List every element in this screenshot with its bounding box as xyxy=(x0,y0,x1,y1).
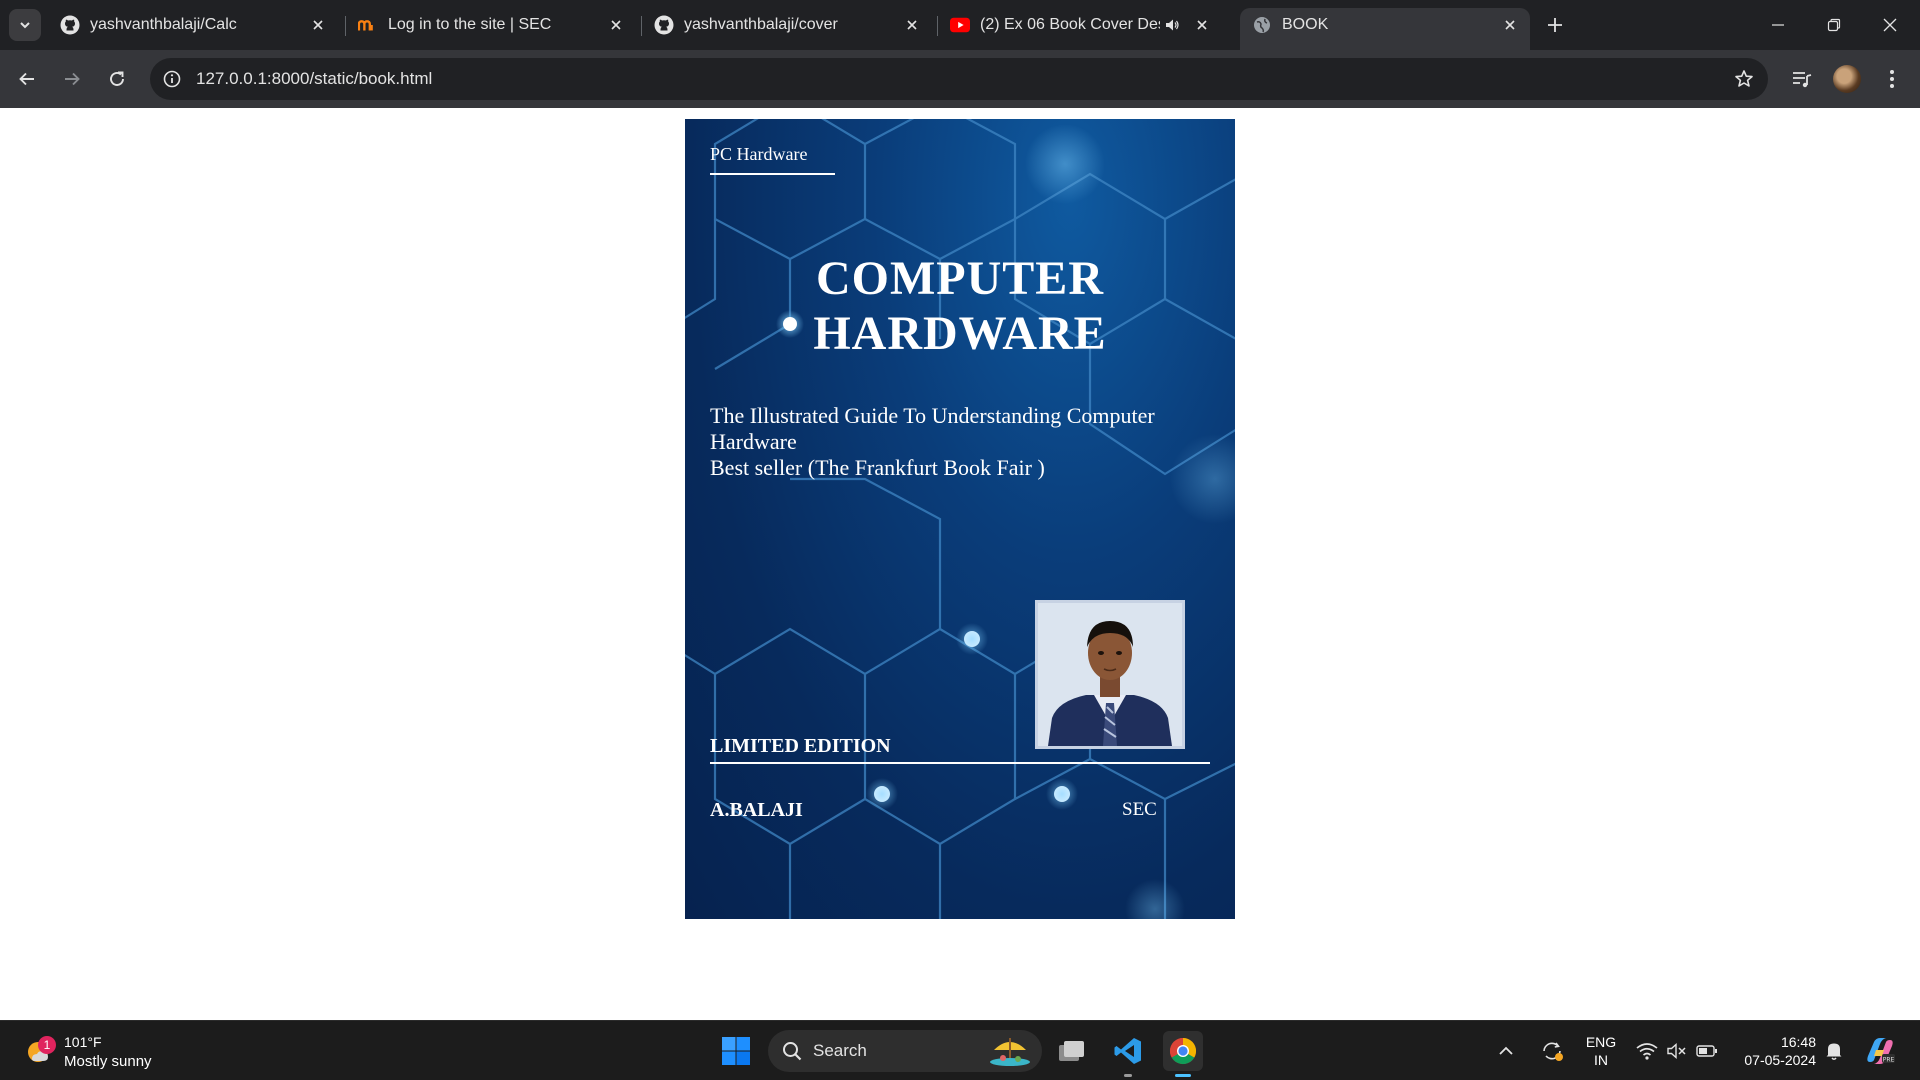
tab-title: Log in to the site | SEC xyxy=(388,16,552,33)
chevron-down-icon xyxy=(20,22,30,29)
start-button[interactable] xyxy=(716,1031,756,1071)
chevron-up-icon xyxy=(1499,1046,1513,1055)
github-icon xyxy=(654,15,674,35)
browser-toolbar: 127.0.0.1:8000/static/book.html xyxy=(0,50,1920,108)
minimize-icon xyxy=(1772,24,1784,26)
tab-sec-login[interactable]: Log in to the site | SEC xyxy=(346,8,636,42)
search-highlight-icon xyxy=(990,1038,1030,1066)
plus-icon xyxy=(1548,18,1562,32)
tab-search-button[interactable] xyxy=(9,9,41,41)
publisher-name: SEC xyxy=(1122,799,1157,820)
sync-tray-button[interactable] xyxy=(1534,1031,1570,1071)
arrow-right-icon xyxy=(65,72,80,86)
close-icon[interactable] xyxy=(1498,13,1522,37)
avatar xyxy=(1833,65,1861,93)
close-window-button[interactable] xyxy=(1862,0,1918,50)
search-label: Search xyxy=(813,1041,867,1060)
bell-icon xyxy=(1826,1043,1842,1060)
running-indicator xyxy=(1124,1074,1132,1077)
youtube-icon xyxy=(950,15,970,35)
windows-taskbar: 1 101°F Mostly sunny Search ENG IN 16:48… xyxy=(0,1020,1920,1080)
vscode-icon xyxy=(1114,1038,1141,1064)
taskbar-search[interactable]: Search xyxy=(768,1030,1042,1072)
book-title-line-2: HARDWARE xyxy=(813,307,1107,360)
search-icon xyxy=(783,1042,802,1061)
author-name: A.BALAJI xyxy=(710,799,803,821)
book-subtitle-line-2: Best seller (The Frankfurt Book Fair ) xyxy=(710,455,1045,480)
copilot-icon: PRE xyxy=(1867,1038,1895,1064)
language-indicator[interactable]: ENG IN xyxy=(1580,1033,1622,1069)
chrome-button[interactable] xyxy=(1163,1031,1203,1077)
weather-condition: Mostly sunny xyxy=(64,1053,152,1070)
playlist-icon xyxy=(1793,72,1812,88)
tab-github-cover[interactable]: yashvanthbalaji/cover xyxy=(642,8,932,42)
book-title: COMPUTER HARDWARE xyxy=(685,251,1235,361)
globe-icon xyxy=(1252,15,1272,35)
copilot-button[interactable]: PRE xyxy=(1860,1031,1900,1071)
chrome-icon xyxy=(1169,1037,1197,1065)
moodle-icon xyxy=(358,15,378,35)
language-code: ENG xyxy=(1585,1034,1617,1050)
tab-youtube[interactable]: (2) Ex 06 Book Cover Desig xyxy=(938,8,1228,42)
weather-widget[interactable]: 1 101°F Mostly sunny xyxy=(24,1031,174,1071)
tab-strip: yashvanthbalaji/Calc Log in to the site … xyxy=(0,0,1920,50)
url-text[interactable]: 127.0.0.1:8000/static/book.html xyxy=(196,69,432,89)
tab-title: (2) Ex 06 Book Cover Desig xyxy=(980,16,1160,33)
wifi-icon xyxy=(1636,1043,1658,1060)
address-bar[interactable]: 127.0.0.1:8000/static/book.html xyxy=(150,58,1768,100)
system-clock[interactable]: 16:48 07-05-2024 xyxy=(1744,1033,1816,1069)
book-title-line-1: COMPUTER xyxy=(816,252,1104,305)
info-icon[interactable] xyxy=(160,67,184,91)
reload-icon xyxy=(110,71,124,86)
tab-github-calc[interactable]: yashvanthbalaji/Calc xyxy=(48,8,338,42)
weather-temperature: 101°F xyxy=(64,1034,102,1050)
media-controls-button[interactable] xyxy=(1786,63,1818,95)
tab-title: yashvanthbalaji/cover xyxy=(684,16,838,33)
sync-icon xyxy=(1543,1042,1563,1061)
restore-icon xyxy=(1827,18,1841,32)
profile-avatar-button[interactable] xyxy=(1831,63,1863,95)
new-tab-button[interactable] xyxy=(1541,11,1569,39)
region-code: IN xyxy=(1594,1052,1608,1068)
clock-date: 07-05-2024 xyxy=(1744,1052,1816,1068)
tab-title: BOOK xyxy=(1282,16,1329,33)
back-button[interactable] xyxy=(9,61,45,97)
close-icon[interactable] xyxy=(1190,13,1214,37)
active-indicator xyxy=(1175,1074,1191,1077)
reload-button[interactable] xyxy=(99,61,135,97)
clock-time: 16:48 xyxy=(1780,1034,1816,1050)
edition-label: LIMITED EDITION xyxy=(710,735,1210,764)
restore-button[interactable] xyxy=(1806,0,1862,50)
github-icon xyxy=(60,15,80,35)
task-view-button[interactable] xyxy=(1052,1031,1092,1071)
arrow-left-icon xyxy=(19,72,34,86)
book-cover: PC Hardware COMPUTER HARDWARE The Illust… xyxy=(685,119,1235,919)
network-volume-battery-button[interactable] xyxy=(1632,1031,1722,1071)
svg-text:PRE: PRE xyxy=(1883,1057,1895,1064)
battery-icon xyxy=(1696,1045,1717,1057)
volume-muted-icon xyxy=(1667,1042,1686,1060)
speaker-icon[interactable] xyxy=(1160,13,1184,37)
notifications-button[interactable] xyxy=(1816,1031,1852,1071)
tab-book[interactable]: BOOK xyxy=(1240,8,1530,50)
book-subtitle: The Illustrated Guide To Understanding C… xyxy=(710,403,1210,481)
author-photo xyxy=(1035,600,1185,749)
bookmark-star-icon[interactable] xyxy=(1732,67,1756,91)
close-icon[interactable] xyxy=(604,13,628,37)
forward-button[interactable] xyxy=(54,61,90,97)
minimize-button[interactable] xyxy=(1750,0,1806,50)
task-view-icon xyxy=(1059,1041,1084,1061)
vscode-button[interactable] xyxy=(1108,1031,1148,1077)
close-icon[interactable] xyxy=(900,13,924,37)
notification-badge: 1 xyxy=(38,1036,56,1054)
show-hidden-icons-button[interactable] xyxy=(1492,1031,1520,1071)
menu-button[interactable] xyxy=(1876,63,1908,95)
book-series-label: PC Hardware xyxy=(710,144,835,175)
close-icon xyxy=(1883,18,1897,32)
tab-title: yashvanthbalaji/Calc xyxy=(90,16,237,33)
more-vertical-icon xyxy=(1890,70,1894,88)
close-icon[interactable] xyxy=(306,13,330,37)
book-subtitle-line-1: The Illustrated Guide To Understanding C… xyxy=(710,403,1155,454)
windows-logo-icon xyxy=(722,1037,750,1065)
